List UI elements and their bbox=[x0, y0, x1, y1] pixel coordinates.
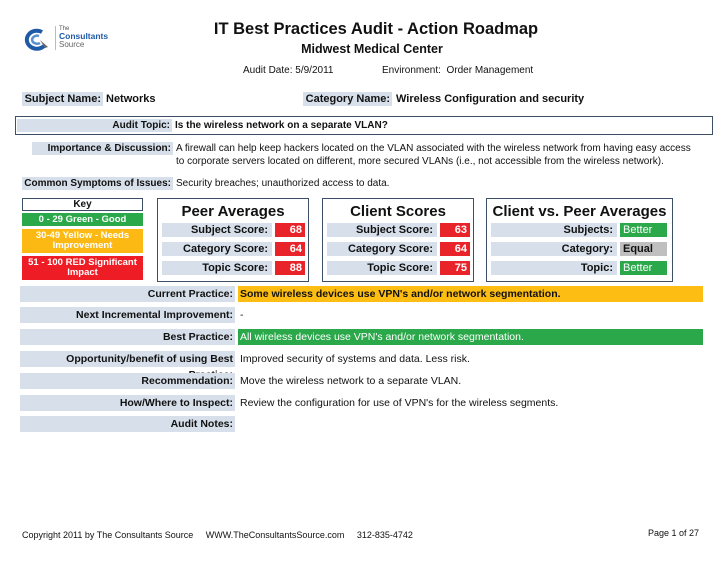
client-category-label: Category Score: bbox=[327, 242, 437, 256]
audit-topic-label: Audit Topic: bbox=[17, 119, 172, 132]
peer-category-score: 64 bbox=[275, 242, 305, 256]
environment: Environment: Order Management bbox=[382, 65, 533, 76]
next-improvement-value: - bbox=[240, 309, 244, 321]
logo-icon bbox=[24, 28, 48, 51]
recommendation-label: Recommendation: bbox=[20, 373, 235, 389]
page-title: IT Best Practices Audit - Action Roadmap bbox=[213, 20, 539, 38]
page-number: Page 1 of 27 bbox=[648, 528, 700, 538]
audit-topic-value: Is the wireless network on a separate VL… bbox=[175, 120, 388, 131]
audit-notes-value bbox=[238, 416, 240, 432]
peer-subject-label: Subject Score: bbox=[162, 223, 272, 237]
current-practice-value: Some wireless devices use VPN's and/or n… bbox=[238, 286, 703, 302]
organization-name: Midwest Medical Center bbox=[301, 42, 443, 56]
peer-topic-label: Topic Score: bbox=[162, 261, 272, 275]
footer-phone: 312-835-4742 bbox=[356, 530, 413, 540]
next-improvement-label: Next Incremental Improvement: bbox=[20, 307, 235, 323]
comparison-subjects-label: Subjects: bbox=[491, 223, 617, 237]
importance-line-1: A firewall can help keep hackers located… bbox=[176, 143, 691, 154]
opportunity-value: Improved security of systems and data. L… bbox=[240, 353, 470, 365]
opportunity-label: Opportunity/benefit of using Best Practi… bbox=[20, 351, 235, 381]
environment-value: Order Management bbox=[446, 65, 534, 76]
inspect-label: How/Where to Inspect: bbox=[20, 395, 235, 411]
client-subject-score: 63 bbox=[440, 223, 470, 237]
peer-averages-panel: Peer Averages Subject Score: 68 Category… bbox=[157, 198, 309, 282]
key-title: Key bbox=[22, 198, 143, 211]
comparison-title: Client vs. Peer Averages bbox=[492, 203, 667, 220]
comparison-category-value: Equal bbox=[620, 242, 667, 256]
key-green: 0 - 29 Green - Good bbox=[22, 213, 143, 226]
audit-notes-label: Audit Notes: bbox=[20, 416, 235, 432]
peer-topic-score: 88 bbox=[275, 261, 305, 275]
comparison-topic-value: Better bbox=[620, 261, 667, 275]
best-practice-value: All wireless devices use VPN's and/or ne… bbox=[238, 329, 703, 345]
client-subject-label: Subject Score: bbox=[327, 223, 437, 237]
peer-averages-title: Peer Averages bbox=[181, 203, 285, 220]
importance-label: Importance & Discussion: bbox=[32, 142, 173, 155]
client-topic-label: Topic Score: bbox=[327, 261, 437, 275]
comparison-category-label: Category: bbox=[491, 242, 617, 256]
environment-label: Environment: bbox=[382, 65, 441, 76]
comparison-topic-label: Topic: bbox=[491, 261, 617, 275]
best-practice-label: Best Practice: bbox=[20, 329, 235, 345]
category-name-value: Wireless Configuration and security bbox=[396, 93, 585, 105]
subject-name-value: Networks bbox=[106, 93, 156, 105]
symptoms-label: Common Symptoms of Issues: bbox=[22, 177, 173, 190]
footer-info: Copyright 2011 by The Consultants Source… bbox=[22, 530, 413, 540]
key-yellow: 30-49 Yellow - Needs Improvement bbox=[22, 229, 143, 253]
audit-date: Audit Date: 5/9/2011 bbox=[243, 65, 333, 76]
importance-line-2: to corporate servers located on differen… bbox=[176, 156, 664, 167]
client-category-score: 64 bbox=[440, 242, 470, 256]
comparison-panel: Client vs. Peer Averages Subjects: Bette… bbox=[486, 198, 673, 282]
key-red: 51 - 100 RED Significant Impact bbox=[22, 256, 143, 280]
subject-name-label: Subject Name: bbox=[22, 92, 103, 106]
current-practice-label: Current Practice: bbox=[20, 286, 235, 302]
peer-subject-score: 68 bbox=[275, 223, 305, 237]
company-logo: The Consultants Source bbox=[24, 26, 124, 56]
peer-category-label: Category Score: bbox=[162, 242, 272, 256]
audit-topic-box: Audit Topic: Is the wireless network on … bbox=[15, 116, 713, 135]
category-name-label: Category Name: bbox=[303, 92, 392, 106]
importance-text: A firewall can help keep hackers located… bbox=[176, 142, 691, 168]
recommendation-value: Move the wireless network to a separate … bbox=[240, 375, 462, 387]
symptoms-value: Security breaches; unauthorized access t… bbox=[176, 178, 390, 189]
comparison-subjects-value: Better bbox=[620, 223, 667, 237]
inspect-value: Review the configuration for use of VPN'… bbox=[240, 397, 559, 409]
footer-copyright: Copyright 2011 by The Consultants Source bbox=[22, 530, 194, 540]
footer-website[interactable]: WWW.TheConsultantsSource.com bbox=[206, 530, 345, 540]
logo-text-source: Source bbox=[59, 40, 85, 49]
audit-date-label: Audit Date: bbox=[243, 65, 293, 76]
client-topic-score: 75 bbox=[440, 261, 470, 275]
client-scores-panel: Client Scores Subject Score: 63 Category… bbox=[322, 198, 474, 282]
audit-date-value: 5/9/2011 bbox=[295, 65, 334, 76]
client-scores-title: Client Scores bbox=[350, 203, 446, 220]
